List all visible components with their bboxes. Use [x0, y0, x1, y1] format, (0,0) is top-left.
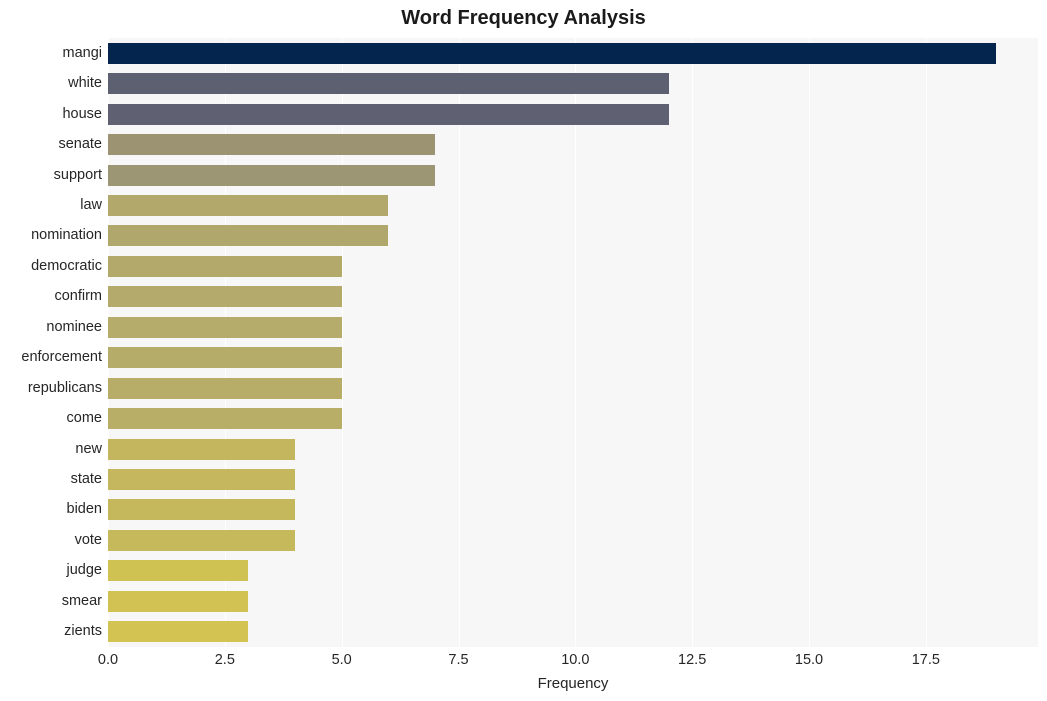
- x-axis-tick-labels: 0.0 2.5 5.0 7.5 10.0 12.5 15.0 17.5: [98, 650, 1038, 672]
- x-tick-label: 12.5: [678, 652, 707, 668]
- x-tick-label: 0.0: [97, 652, 119, 668]
- bar[interactable]: [108, 560, 249, 582]
- bar[interactable]: [108, 529, 295, 551]
- bar[interactable]: [108, 225, 389, 247]
- bar[interactable]: [108, 134, 436, 156]
- y-tick-label: state: [70, 471, 102, 488]
- x-tick-label: 10.0: [561, 652, 590, 668]
- y-tick-label: judge: [66, 562, 102, 579]
- x-tick-label: 15.0: [794, 652, 824, 668]
- bar[interactable]: [108, 469, 295, 491]
- y-tick-label: law: [80, 196, 102, 213]
- x-tick-label: 7.5: [448, 652, 469, 668]
- bar[interactable]: [108, 73, 669, 95]
- y-tick-label: new: [75, 440, 102, 457]
- x-tick-label: 2.5: [214, 652, 235, 668]
- bar[interactable]: [108, 621, 249, 643]
- y-tick-label: come: [66, 410, 102, 427]
- bars-container: [108, 38, 1038, 647]
- bar[interactable]: [108, 499, 295, 521]
- chart-title: Word Frequency Analysis: [401, 7, 646, 29]
- bar[interactable]: [108, 164, 436, 186]
- y-tick-label: vote: [74, 531, 102, 548]
- y-tick-label: zients: [64, 623, 102, 640]
- y-tick-label: enforcement: [21, 349, 102, 366]
- x-tick-label: 17.5: [911, 652, 940, 668]
- bar[interactable]: [108, 194, 389, 216]
- bar[interactable]: [108, 408, 342, 430]
- y-tick-label: republicans: [27, 379, 102, 396]
- bar[interactable]: [108, 255, 342, 277]
- bar[interactable]: [108, 42, 996, 64]
- bar[interactable]: [108, 590, 249, 612]
- bar[interactable]: [108, 377, 342, 399]
- plot-area: [108, 38, 1038, 647]
- bar[interactable]: [108, 347, 342, 369]
- y-tick-label: white: [68, 75, 102, 92]
- y-tick-label: biden: [66, 501, 102, 518]
- chart-figure: Word Frequency Analysis mangi white house s…: [0, 0, 1047, 701]
- bar[interactable]: [108, 316, 342, 338]
- y-tick-label: senate: [58, 136, 102, 153]
- y-tick-label: house: [62, 105, 102, 122]
- y-tick-label: nominee: [46, 318, 102, 335]
- x-axis-title: Frequency: [537, 675, 609, 692]
- y-tick-label: support: [53, 166, 102, 183]
- x-tick-label: 5.0: [331, 652, 352, 668]
- y-axis-tick-labels: mangi white house senate support law nominatio…: [0, 38, 102, 647]
- bar[interactable]: [108, 438, 295, 460]
- y-tick-label: nomination: [31, 227, 102, 244]
- y-tick-label: mangi: [62, 44, 103, 61]
- bar[interactable]: [108, 286, 342, 308]
- y-tick-label: smear: [61, 592, 102, 609]
- bar[interactable]: [108, 103, 669, 125]
- y-tick-label: democratic: [31, 257, 102, 274]
- y-tick-label: confirm: [54, 288, 102, 305]
